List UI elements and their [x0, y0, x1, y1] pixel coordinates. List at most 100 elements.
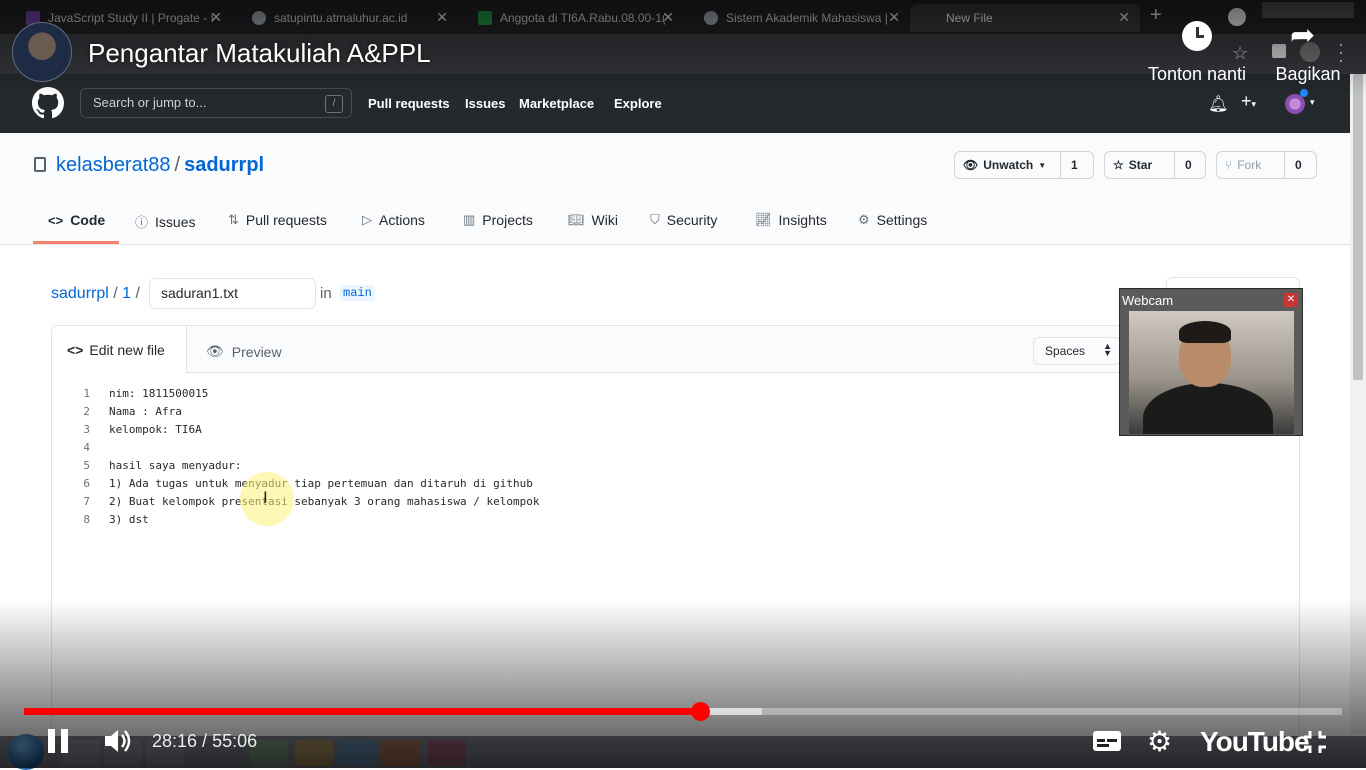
star-icon: ☆ [1113, 158, 1124, 172]
taskbar-powerpoint-icon[interactable] [382, 740, 420, 766]
preview-tab[interactable]: 👁︎ Preview [206, 343, 282, 360]
new-tab-button[interactable]: + [1150, 4, 1162, 27]
git-pull-request-icon: ⇅ [228, 212, 239, 227]
fork-label: Fork [1237, 158, 1262, 172]
line-text: nim: 1811500015 [109, 387, 209, 400]
tab-insights[interactable]: 📈︎ Insights [755, 212, 827, 228]
time-display: 28:16 / 55:06 [152, 731, 257, 752]
repo-owner-link[interactable]: kelasberat88 [56, 154, 171, 176]
tab-wiki[interactable]: 📖︎ Wiki [568, 212, 618, 228]
fork-button[interactable]: ⑂ Fork 0 [1216, 151, 1317, 179]
tab-code[interactable]: <> Code [48, 212, 105, 228]
progress-bar[interactable] [24, 702, 1342, 721]
breadcrumb: sadurrpl / 1 / [51, 285, 140, 303]
share-arrow-icon[interactable]: ➦ [1290, 18, 1315, 53]
edit-new-file-tab[interactable]: <> Edit new file [52, 326, 187, 374]
line-text: 3) dst [109, 513, 149, 526]
watch-count[interactable]: 1 [1061, 158, 1088, 172]
video-title[interactable]: Pengantar Matakuliah A&PPL [88, 38, 431, 69]
nav-issues[interactable]: Issues [465, 96, 505, 111]
browser-tab[interactable]: satupintu.atmaluhur.ac.id ✕ [232, 4, 458, 32]
nav-explore[interactable]: Explore [614, 96, 662, 111]
tab-settings-label: Settings [876, 212, 928, 228]
windows-start-icon[interactable] [8, 734, 44, 770]
channel-avatar[interactable] [12, 22, 72, 82]
filename-input[interactable]: saduran1.txt [149, 278, 316, 309]
github-search-input[interactable]: Search or jump to... / [80, 88, 352, 118]
tab-pull-requests[interactable]: ⇅ Pull requests [228, 212, 327, 228]
chevron-down-icon[interactable]: ▾ [1310, 97, 1315, 108]
nav-pull-requests[interactable]: Pull requests [368, 96, 450, 111]
tab-issues[interactable]: ⓘ Issues [135, 212, 195, 231]
notifications-bell-icon[interactable]: 🔔︎ [1208, 94, 1228, 114]
repo-name-link[interactable]: sadurrpl [184, 154, 264, 176]
share-button[interactable]: Bagikan [1268, 64, 1348, 85]
code-line[interactable]: 4 [52, 441, 1299, 459]
breadcrumb-repo-link[interactable]: sadurrpl [51, 285, 109, 302]
fork-count[interactable]: 0 [1285, 158, 1312, 172]
code-line[interactable]: 8 3) dst [52, 513, 1299, 531]
user-avatar[interactable] [1285, 94, 1305, 114]
tab-security[interactable]: ⛉ Security [650, 212, 717, 228]
graph-icon: 📈︎ [755, 212, 772, 227]
exit-fullscreen-icon[interactable] [1302, 729, 1328, 755]
subtitles-icon[interactable] [1093, 731, 1121, 751]
youtube-logo[interactable]: YouTube [1200, 726, 1310, 758]
duration: 55:06 [212, 731, 258, 751]
window-controls[interactable] [1262, 2, 1354, 18]
browser-tab-active[interactable]: New File ✕ [910, 4, 1140, 32]
star-button[interactable]: ☆ Star 0 [1104, 151, 1206, 179]
taskbar-recorder-icon[interactable] [428, 740, 466, 766]
nav-marketplace[interactable]: Marketplace [519, 96, 594, 111]
webcam-person-body [1143, 383, 1273, 434]
create-new-plus-icon[interactable]: +▾ [1241, 91, 1256, 112]
scrollbar-thumb[interactable] [1353, 74, 1363, 380]
tab-settings[interactable]: ⚙ Settings [858, 212, 927, 228]
code-line[interactable]: 2 Nama : Afra [52, 405, 1299, 423]
breadcrumb-dir-link[interactable]: 1 [122, 285, 131, 302]
close-tab-icon[interactable]: ✕ [662, 9, 674, 26]
branch-name-badge: main [340, 285, 375, 301]
watch-later-button[interactable]: Tonton nanti [1140, 64, 1254, 85]
watch-button[interactable]: 👁︎ Unwatch ▼ 1 [954, 151, 1094, 179]
close-tab-icon[interactable]: ✕ [1118, 9, 1130, 26]
taskbar-telegram-icon[interactable] [338, 740, 376, 766]
taskbar-search-app-icon[interactable] [295, 740, 333, 766]
tab-search-icon[interactable] [1228, 8, 1246, 26]
indent-mode-select[interactable]: Spaces ▲ ▼ [1033, 337, 1121, 365]
tab-projects[interactable]: ▥ Projects [463, 212, 533, 228]
code-line[interactable]: 1 nim: 1811500015 [52, 387, 1299, 405]
settings-gear-icon[interactable]: ⚙ [1147, 725, 1172, 758]
close-icon[interactable]: ✕ [1284, 293, 1298, 307]
code-line[interactable]: 3 kelompok: TI6A [52, 423, 1299, 441]
webcam-title: Webcam [1122, 293, 1174, 308]
code-line[interactable]: 6 1) Ada tugas untuk menyadur tiap pertem… [52, 477, 1299, 495]
browser-tab-title: New File [946, 11, 993, 25]
close-tab-icon[interactable]: ✕ [436, 9, 448, 26]
browser-tab[interactable]: Sistem Akademik Mahasiswa | ✕ [684, 4, 910, 32]
project-icon: ▥ [463, 212, 476, 227]
active-tab-underline [33, 241, 119, 244]
code-line[interactable]: 5 hasil saya menyadur: [52, 459, 1299, 477]
star-count[interactable]: 0 [1175, 158, 1202, 172]
file-editor: <> Edit new file 👁︎ Preview Spaces ▲ ▼ 1 n… [51, 325, 1300, 745]
close-tab-icon[interactable]: ✕ [888, 9, 900, 26]
scrubber-handle[interactable] [691, 702, 711, 721]
page-scrollbar[interactable] [1350, 74, 1366, 734]
fork-icon: ⑂ [1225, 158, 1233, 172]
close-tab-icon[interactable]: ✕ [210, 9, 222, 26]
browser-menu-icon[interactable]: · · · [1338, 35, 1344, 69]
browser-tab[interactable]: Anggota di TI6A.Rabu.08.00-1( ✕ [458, 4, 684, 32]
line-text: 1) Ada tugas untuk menyadur tiap pertemu… [109, 477, 533, 490]
webcam-window[interactable]: Webcam ✕ [1119, 288, 1303, 436]
globe-favicon-icon [704, 11, 718, 25]
volume-icon[interactable] [103, 727, 135, 755]
bookmark-star-icon[interactable]: ☆ [1232, 43, 1248, 64]
text-cursor-icon: I [263, 488, 268, 507]
repo-header: kelasberat88/sadurrpl 👁︎ Unwatch ▼ 1 ☆ Star… [0, 133, 1350, 245]
github-logo-icon[interactable] [32, 87, 64, 119]
tab-actions-label: Actions [379, 212, 425, 228]
extensions-icon[interactable] [1272, 44, 1286, 58]
tab-actions[interactable]: ▷ Actions [362, 212, 425, 228]
clock-icon[interactable] [1182, 21, 1212, 51]
